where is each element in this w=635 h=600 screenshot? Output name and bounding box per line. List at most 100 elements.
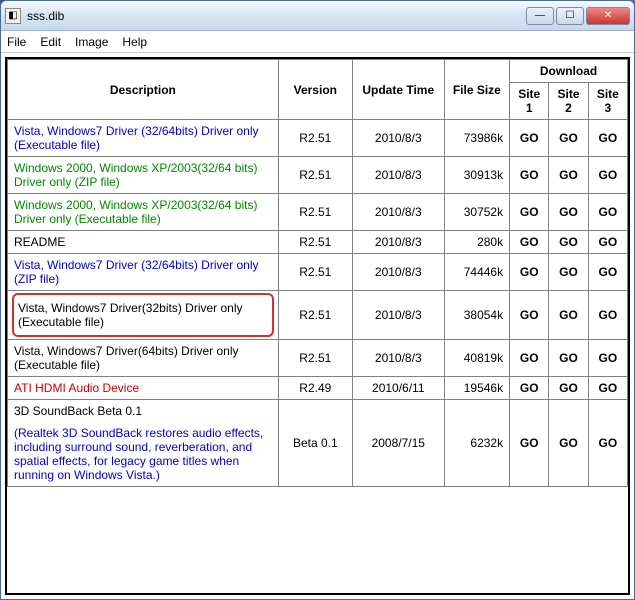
download-description-link[interactable]: Vista, Windows7 Driver (32/64bits) Drive… bbox=[14, 124, 259, 152]
update-time-cell: 2010/8/3 bbox=[352, 231, 444, 254]
header-file-size: File Size bbox=[444, 60, 509, 120]
header-site3: Site 3 bbox=[588, 83, 627, 120]
version-cell: R2.49 bbox=[278, 377, 352, 400]
download-description-link[interactable]: ATI HDMI Audio Device bbox=[14, 381, 139, 395]
version-cell: R2.51 bbox=[278, 254, 352, 291]
download-description-link[interactable]: README bbox=[14, 235, 65, 249]
download-description-link[interactable]: Windows 2000, Windows XP/2003(32/64 bits… bbox=[14, 161, 257, 189]
go-link[interactable]: GO bbox=[520, 351, 539, 365]
go-link[interactable]: GO bbox=[520, 436, 539, 450]
go-cell-site1: GO bbox=[510, 291, 549, 340]
table-row: Vista, Windows7 Driver(64bits) Driver on… bbox=[8, 340, 628, 377]
go-cell-site1: GO bbox=[510, 400, 549, 487]
download-description-link[interactable]: Vista, Windows7 Driver(64bits) Driver on… bbox=[14, 344, 239, 372]
table-row: Windows 2000, Windows XP/2003(32/64 bits… bbox=[8, 157, 628, 194]
go-cell-site2: GO bbox=[549, 157, 588, 194]
file-size-cell: 19546k bbox=[444, 377, 509, 400]
description-cell: Vista, Windows7 Driver (32/64bits) Drive… bbox=[8, 254, 279, 291]
go-link[interactable]: GO bbox=[598, 131, 617, 145]
table-body: Vista, Windows7 Driver (32/64bits) Drive… bbox=[8, 120, 628, 487]
table-row: Vista, Windows7 Driver(32bits) Driver on… bbox=[8, 291, 628, 340]
go-link[interactable]: GO bbox=[559, 235, 578, 249]
titlebar[interactable]: ◧ sss.dib — ☐ ✕ bbox=[1, 1, 634, 31]
go-link[interactable]: GO bbox=[598, 308, 617, 322]
maximize-button[interactable]: ☐ bbox=[556, 7, 584, 25]
file-size-cell: 6232k bbox=[444, 400, 509, 487]
go-cell-site2: GO bbox=[549, 291, 588, 340]
go-cell-site3: GO bbox=[588, 377, 627, 400]
table-row: Vista, Windows7 Driver (32/64bits) Drive… bbox=[8, 254, 628, 291]
menu-edit[interactable]: Edit bbox=[40, 35, 61, 49]
go-link[interactable]: GO bbox=[559, 265, 578, 279]
header-site2: Site 2 bbox=[549, 83, 588, 120]
file-size-cell: 73986k bbox=[444, 120, 509, 157]
go-cell-site3: GO bbox=[588, 291, 627, 340]
go-link[interactable]: GO bbox=[598, 436, 617, 450]
table-row: Windows 2000, Windows XP/2003(32/64 bits… bbox=[8, 194, 628, 231]
go-link[interactable]: GO bbox=[520, 265, 539, 279]
downloads-table: Description Version Update Time File Siz… bbox=[7, 59, 628, 487]
update-time-cell: 2010/8/3 bbox=[352, 120, 444, 157]
description-subtext: (Realtek 3D SoundBack restores audio eff… bbox=[14, 426, 272, 482]
minimize-button[interactable]: — bbox=[526, 7, 554, 25]
content-area: Description Version Update Time File Siz… bbox=[1, 53, 634, 599]
go-link[interactable]: GO bbox=[559, 436, 578, 450]
download-description-link[interactable]: Windows 2000, Windows XP/2003(32/64 bits… bbox=[14, 198, 257, 226]
header-download: Download bbox=[510, 60, 628, 83]
menu-help[interactable]: Help bbox=[122, 35, 147, 49]
description-cell: 3D SoundBack Beta 0.1 (Realtek 3D SoundBa… bbox=[8, 400, 279, 487]
go-link[interactable]: GO bbox=[520, 205, 539, 219]
go-cell-site1: GO bbox=[510, 231, 549, 254]
description-cell: Vista, Windows7 Driver (32/64bits) Drive… bbox=[8, 120, 279, 157]
close-button[interactable]: ✕ bbox=[586, 7, 630, 25]
go-cell-site3: GO bbox=[588, 254, 627, 291]
menu-image[interactable]: Image bbox=[75, 35, 108, 49]
file-size-cell: 40819k bbox=[444, 340, 509, 377]
update-time-cell: 2010/8/3 bbox=[352, 157, 444, 194]
download-description-link[interactable]: Vista, Windows7 Driver(32bits) Driver on… bbox=[18, 301, 243, 329]
go-cell-site3: GO bbox=[588, 400, 627, 487]
version-cell: R2.51 bbox=[278, 291, 352, 340]
go-link[interactable]: GO bbox=[559, 131, 578, 145]
download-description-link[interactable]: Vista, Windows7 Driver (32/64bits) Drive… bbox=[14, 258, 259, 286]
go-link[interactable]: GO bbox=[598, 168, 617, 182]
version-cell: R2.51 bbox=[278, 231, 352, 254]
go-link[interactable]: GO bbox=[598, 205, 617, 219]
go-link[interactable]: GO bbox=[598, 265, 617, 279]
app-icon: ◧ bbox=[5, 8, 21, 24]
highlight-box: Vista, Windows7 Driver(32bits) Driver on… bbox=[12, 293, 274, 337]
update-time-cell: 2008/7/15 bbox=[352, 400, 444, 487]
update-time-cell: 2010/8/3 bbox=[352, 291, 444, 340]
go-link[interactable]: GO bbox=[598, 381, 617, 395]
version-cell: R2.51 bbox=[278, 194, 352, 231]
go-link[interactable]: GO bbox=[559, 308, 578, 322]
table-row: 3D SoundBack Beta 0.1 (Realtek 3D SoundBa… bbox=[8, 400, 628, 487]
description-cell: Windows 2000, Windows XP/2003(32/64 bits… bbox=[8, 157, 279, 194]
go-cell-site2: GO bbox=[549, 120, 588, 157]
table-frame: Description Version Update Time File Siz… bbox=[5, 57, 630, 595]
go-link[interactable]: GO bbox=[598, 351, 617, 365]
go-link[interactable]: GO bbox=[598, 235, 617, 249]
download-description-link[interactable]: 3D SoundBack Beta 0.1 bbox=[14, 404, 142, 418]
go-link[interactable]: GO bbox=[520, 308, 539, 322]
go-link[interactable]: GO bbox=[520, 381, 539, 395]
go-link[interactable]: GO bbox=[559, 168, 578, 182]
go-cell-site1: GO bbox=[510, 254, 549, 291]
go-cell-site1: GO bbox=[510, 120, 549, 157]
go-link[interactable]: GO bbox=[559, 351, 578, 365]
file-size-cell: 30913k bbox=[444, 157, 509, 194]
update-time-cell: 2010/8/3 bbox=[352, 194, 444, 231]
table-row: READMER2.512010/8/3280kGOGOGO bbox=[8, 231, 628, 254]
header-description: Description bbox=[8, 60, 279, 120]
go-link[interactable]: GO bbox=[559, 381, 578, 395]
file-size-cell: 30752k bbox=[444, 194, 509, 231]
go-cell-site1: GO bbox=[510, 340, 549, 377]
menu-file[interactable]: File bbox=[7, 35, 26, 49]
update-time-cell: 2010/8/3 bbox=[352, 254, 444, 291]
go-link[interactable]: GO bbox=[520, 131, 539, 145]
go-cell-site3: GO bbox=[588, 194, 627, 231]
go-link[interactable]: GO bbox=[520, 235, 539, 249]
description-cell: Windows 2000, Windows XP/2003(32/64 bits… bbox=[8, 194, 279, 231]
go-link[interactable]: GO bbox=[559, 205, 578, 219]
go-link[interactable]: GO bbox=[520, 168, 539, 182]
